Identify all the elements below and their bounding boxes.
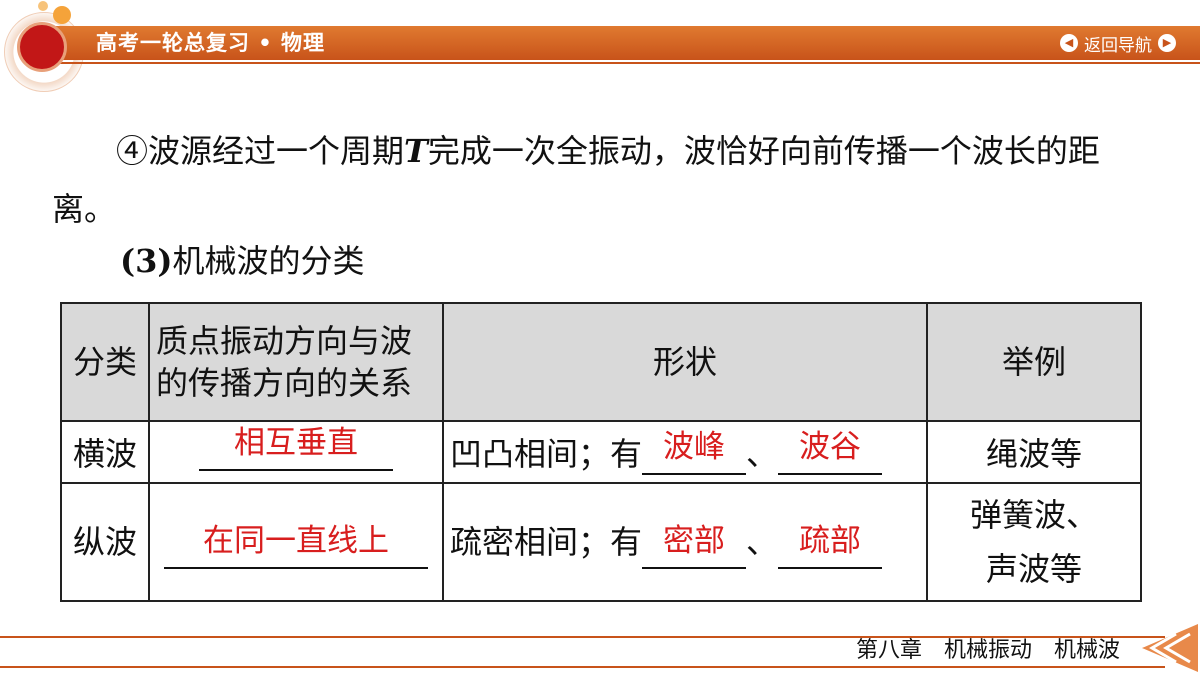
answer-text: 波峰 xyxy=(663,429,726,465)
separator: 、 xyxy=(746,523,779,561)
example-line-1: 弹簧波、 xyxy=(969,496,1098,534)
return-nav-label[interactable]: 返回导航 xyxy=(1084,31,1152,56)
section-number: (3) xyxy=(120,242,173,280)
cell-example: 绳波等 xyxy=(926,420,1142,484)
paragraph-wave-period: ④波源经过一个周期T完成一次全振动，波恰好向前传播一个波长的距离。 xyxy=(52,122,1162,238)
cell-shape: 疏密相间；有 密部、疏部 xyxy=(442,482,928,602)
logo-dot-small xyxy=(38,1,48,11)
answer-text: 相互垂直 xyxy=(234,425,358,461)
answer-text: 密部 xyxy=(663,523,726,559)
example-line-2: 声波等 xyxy=(985,550,1082,588)
header-underline xyxy=(40,62,1200,64)
fill-blank: 波峰 xyxy=(642,429,747,475)
para-text-1: ④波源经过一个周期 xyxy=(116,132,405,170)
cell-relation: 在同一直线上 xyxy=(148,482,444,602)
cell-type: 横波 xyxy=(60,420,150,484)
fill-blank: 密部 xyxy=(642,523,747,569)
table-header-row: 分类 质点振动方向与波的传播方向的关系 形状 举例 xyxy=(60,302,1142,422)
course-title: 高考一轮总复习 • 物理 xyxy=(96,31,326,55)
separator: 、 xyxy=(746,435,779,473)
cell-type: 纵波 xyxy=(60,482,150,602)
fill-blank: 波谷 xyxy=(778,429,883,475)
return-navigation[interactable]: ◀ 返回导航 ▶ xyxy=(1060,30,1176,56)
section-title: 机械波的分类 xyxy=(172,242,365,280)
table-row: 横波 相互垂直 凹凸相间；有 波峰、波谷 绳波等 xyxy=(60,420,1142,484)
chevron-right-icon[interactable]: ▶ xyxy=(1158,34,1176,52)
shape-prefix: 疏密相间；有 xyxy=(450,523,643,561)
header-category: 分类 xyxy=(60,302,150,422)
period-symbol: T xyxy=(404,132,428,170)
wave-classification-table: 分类 质点振动方向与波的传播方向的关系 形状 举例 横波 相互垂直 凹凸相间；有… xyxy=(60,302,1142,602)
header-example: 举例 xyxy=(926,302,1142,422)
fill-blank: 疏部 xyxy=(778,523,883,569)
cell-relation: 相互垂直 xyxy=(148,420,444,484)
table-row: 纵波 在同一直线上 疏密相间；有 密部、疏部 弹簧波、 声波等 xyxy=(60,482,1142,602)
answer-text: 波谷 xyxy=(799,429,862,465)
fill-blank: 在同一直线上 xyxy=(164,523,428,569)
cell-example: 弹簧波、 声波等 xyxy=(926,482,1142,602)
answer-text: 在同一直线上 xyxy=(203,523,389,559)
fill-blank: 相互垂直 xyxy=(199,425,393,471)
cell-shape: 凹凸相间；有 波峰、波谷 xyxy=(442,420,928,484)
section-heading: (3)机械波的分类 xyxy=(120,236,365,286)
answer-text: 疏部 xyxy=(799,523,862,559)
header-shape: 形状 xyxy=(442,302,928,422)
header-relation: 质点振动方向与波的传播方向的关系 xyxy=(148,302,444,422)
shape-prefix: 凹凸相间；有 xyxy=(450,435,643,473)
footer-line-bottom xyxy=(0,666,1165,668)
back-arrow-icon[interactable] xyxy=(1136,622,1200,674)
chevron-left-icon[interactable]: ◀ xyxy=(1060,34,1078,52)
logo-red-circle xyxy=(17,22,67,72)
chapter-label: 第八章 机械振动 机械波 xyxy=(855,638,1120,663)
logo-dot-orange xyxy=(53,6,71,24)
